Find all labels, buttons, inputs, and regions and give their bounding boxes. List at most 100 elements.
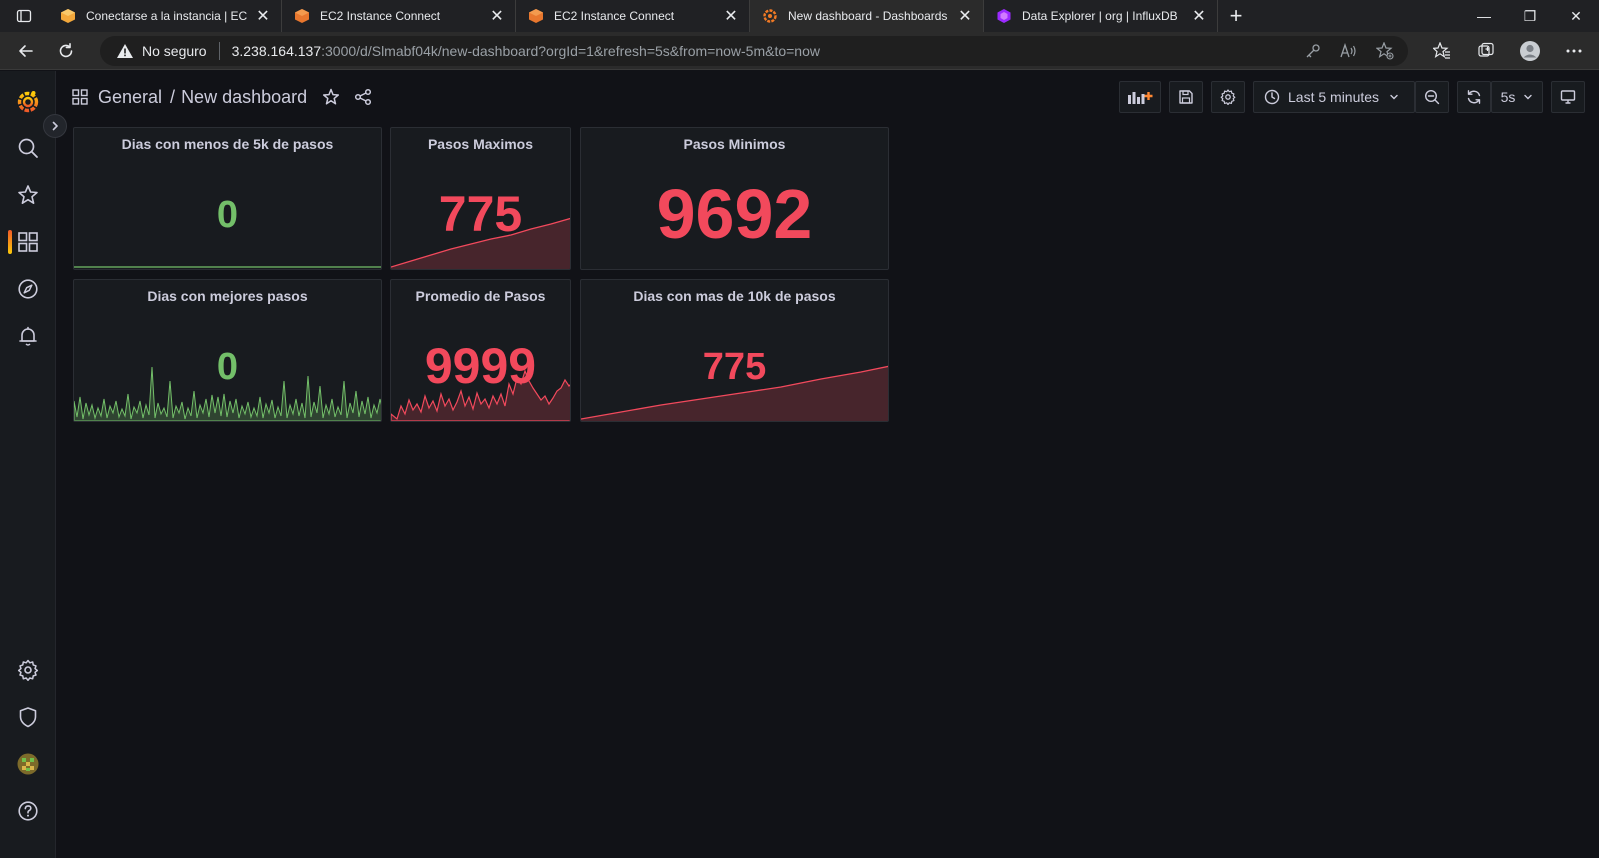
add-panel-icon (1128, 92, 1153, 104)
page-title[interactable]: New dashboard (181, 87, 307, 108)
close-window-icon[interactable]: ✕ (1553, 0, 1599, 32)
browser-tab[interactable]: EC2 Instance Connect ✕ (282, 0, 516, 32)
time-range-picker[interactable]: Last 5 minutes (1253, 81, 1415, 113)
browser-tab[interactable]: EC2 Instance Connect ✕ (516, 0, 750, 32)
dashboard-settings-button[interactable] (1211, 81, 1245, 113)
chevron-down-icon (1524, 94, 1533, 100)
influxdb-icon (997, 9, 1011, 23)
address-separator (218, 42, 220, 60)
minimize-icon[interactable]: — (1461, 0, 1507, 32)
save-icon (1179, 90, 1193, 104)
stat-panel[interactable]: Pasos Maximos 775 (390, 127, 571, 270)
stat-value: 775 (438, 186, 523, 242)
expand-menu-chevron-icon[interactable] (43, 114, 67, 138)
clock-icon (1264, 89, 1280, 105)
chevron-down-icon (1390, 94, 1398, 100)
settings-gear-icon (1220, 89, 1236, 105)
breadcrumb-separator: / (170, 86, 176, 107)
panel-title[interactable]: Dias con mas de 10k de pasos (581, 288, 888, 304)
zoom-out-button[interactable] (1415, 81, 1449, 113)
browser-tab[interactable]: Data Explorer | org | InfluxDB ✕ (984, 0, 1218, 32)
stat-panel[interactable]: Dias con mas de 10k de pasos 775 (580, 279, 889, 422)
restore-icon[interactable]: ❐ (1507, 0, 1553, 32)
breadcrumb: General / New dashboard (72, 85, 375, 109)
stat-value: 775 (702, 346, 767, 388)
panel-title[interactable]: Pasos Maximos (391, 136, 570, 152)
stat-panel[interactable]: Dias con menos de 5k de pasos 0 (73, 127, 382, 270)
reload-icon[interactable] (46, 32, 86, 70)
read-aloud-icon[interactable] (1340, 42, 1358, 60)
share-icon[interactable] (351, 85, 375, 109)
time-range-label: Last 5 minutes (1288, 89, 1380, 105)
tab-actions-icon[interactable] (0, 0, 48, 32)
refresh-interval-label: 5s (1500, 89, 1516, 105)
url-host: 3.238.164.137 (231, 43, 322, 59)
browser-tab-active[interactable]: New dashboard - Dashboards - G ✕ (750, 0, 984, 32)
omnibox-actions (1304, 42, 1394, 60)
key-icon[interactable] (1304, 42, 1322, 60)
close-tab-icon[interactable]: ✕ (489, 6, 505, 26)
sparkline (74, 266, 381, 268)
stat-panel[interactable]: Pasos Minimos 9692 (580, 127, 889, 270)
tab-title: EC2 Instance Connect (554, 9, 675, 23)
close-tab-icon[interactable]: ✕ (957, 6, 973, 26)
tab-title: Data Explorer | org | InfluxDB (1022, 9, 1178, 23)
user-avatar[interactable] (0, 744, 56, 784)
stat-value: 9999 (424, 338, 537, 394)
aws-icon (529, 9, 543, 23)
dashboard-toolbar: Last 5 minutes 5s (1119, 81, 1585, 113)
tab-title: New dashboard - Dashboards - G (788, 9, 949, 23)
zoom-out-icon (1424, 89, 1440, 105)
mark-favorite-star-icon[interactable] (319, 85, 343, 109)
add-favorite-icon[interactable] (1376, 42, 1394, 60)
stat-panel[interactable]: Promedio de Pasos 9999 (390, 279, 571, 422)
url-input[interactable]: No seguro 3.238.164.137:3000/d/Slmabf04k… (100, 36, 1408, 66)
monitor-icon (1560, 90, 1576, 104)
breadcrumb-folder-link[interactable]: General (98, 87, 162, 108)
more-options-icon[interactable] (1559, 36, 1589, 66)
grafana-icon (763, 9, 777, 23)
server-admin-shield-icon[interactable] (0, 697, 56, 737)
help-icon[interactable] (0, 791, 56, 831)
save-dashboard-button[interactable] (1169, 81, 1203, 113)
tab-title: Conectarse a la instancia | EC2 M (86, 9, 247, 23)
warning-icon[interactable] (116, 43, 134, 59)
browser-toolbar-icons (1427, 32, 1589, 70)
browser-tab[interactable]: Conectarse a la instancia | EC2 M ✕ (48, 0, 282, 32)
side-menu (0, 71, 56, 858)
collections-icon[interactable] (1471, 36, 1501, 66)
close-tab-icon[interactable]: ✕ (255, 6, 271, 26)
dashboards-icon[interactable] (0, 222, 56, 262)
dashboard-grid-icon (72, 89, 88, 105)
close-tab-icon[interactable]: ✕ (723, 6, 739, 26)
refresh-interval-picker[interactable]: 5s (1491, 81, 1543, 113)
stat-value: 9692 (656, 175, 813, 253)
new-tab-icon[interactable]: + (1218, 3, 1254, 29)
add-panel-button[interactable] (1119, 81, 1161, 113)
close-tab-icon[interactable]: ✕ (1191, 6, 1207, 26)
browser-tab-strip: Conectarse a la instancia | EC2 M ✕ EC2 … (0, 0, 1599, 32)
stat-value: 0 (216, 346, 239, 388)
stat-panel[interactable]: Dias con mejores pasos 0 (73, 279, 382, 422)
refresh-dashboard-button[interactable] (1457, 81, 1491, 113)
dashboard-header: General / New dashboard Last 5 minutes 5… (56, 71, 1599, 123)
url-path: :3000/d/Slmabf04k/new-dashboard?orgId=1&… (321, 43, 820, 59)
profile-avatar-icon[interactable] (1515, 36, 1545, 66)
panel-title[interactable]: Promedio de Pasos (391, 288, 570, 304)
alerting-bell-icon[interactable] (0, 316, 56, 356)
panel-title[interactable]: Dias con menos de 5k de pasos (74, 136, 381, 152)
favorites-icon[interactable] (1427, 36, 1457, 66)
security-label[interactable]: No seguro (142, 43, 207, 59)
window-controls: — ❐ ✕ (1461, 0, 1599, 32)
configuration-gear-icon[interactable] (0, 650, 56, 690)
browser-address-bar: No seguro 3.238.164.137:3000/d/Slmabf04k… (0, 32, 1599, 70)
view-mode-button[interactable] (1551, 81, 1585, 113)
tab-title: EC2 Instance Connect (320, 9, 441, 23)
aws-icon (295, 9, 309, 23)
panel-title[interactable]: Dias con mejores pasos (74, 288, 381, 304)
panel-title[interactable]: Pasos Minimos (581, 136, 888, 152)
explore-compass-icon[interactable] (0, 269, 56, 309)
starred-icon[interactable] (0, 175, 56, 215)
stat-value: 0 (216, 194, 239, 236)
back-arrow-icon[interactable] (6, 32, 46, 70)
